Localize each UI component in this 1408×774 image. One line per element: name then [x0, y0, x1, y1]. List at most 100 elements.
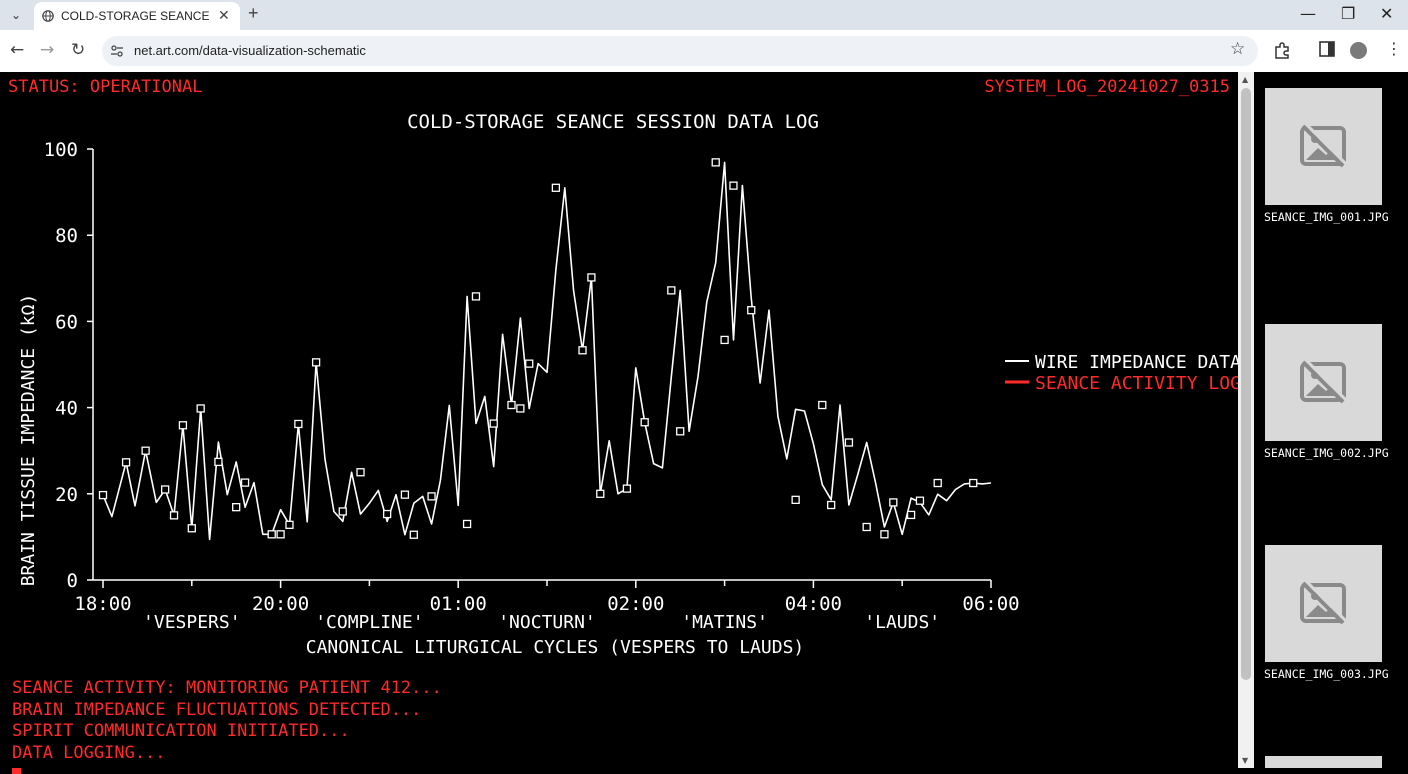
- data-point-marker: [400, 490, 410, 499]
- globe-icon: [42, 10, 54, 22]
- data-point-marker: [818, 400, 827, 410]
- console-line: SEANCE ACTIVITY: MONITORING PATIENT 412.…: [12, 678, 442, 698]
- data-point-marker: [338, 507, 347, 516]
- console-cursor: [12, 768, 21, 774]
- url-text: net.art.com/data-visualization-schematic: [134, 43, 366, 58]
- tab-strip: ⌄ COLD-STORAGE SEANCE SESSI ✕ + — ❐ ✕: [0, 0, 1408, 30]
- y-axis-label: BRAIN TISSUE IMPEDANCE (kΩ): [18, 294, 39, 587]
- data-point-marker: [187, 524, 196, 533]
- data-point-marker: [462, 519, 472, 529]
- browser-toolbar: ← → ↻ net.art.com/data-visualization-sch…: [0, 30, 1408, 72]
- data-point-marker: [906, 510, 916, 520]
- scroll-thumb[interactable]: [1241, 88, 1251, 680]
- data-point-marker: [720, 335, 729, 345]
- restore-icon[interactable]: ❐: [1341, 4, 1355, 23]
- data-point-marker: [141, 446, 150, 455]
- legend-label-seance: SEANCE ACTIVITY LOG: [1035, 373, 1238, 394]
- period-label: 'NOCTURN': [498, 612, 596, 633]
- data-point-marker: [862, 522, 871, 532]
- wire-impedance-line: [102, 161, 992, 541]
- gallery-image[interactable]: [1265, 88, 1382, 205]
- star-icon[interactable]: ☆: [1230, 39, 1245, 59]
- period-label: 'COMPLINE': [315, 612, 423, 633]
- y-tick-label: 40: [55, 398, 78, 420]
- back-icon[interactable]: ←: [10, 40, 24, 60]
- browser-tab[interactable]: COLD-STORAGE SEANCE SESSI ✕: [34, 2, 240, 30]
- broken-image-icon: [1300, 581, 1346, 625]
- data-point-marker: [267, 530, 276, 539]
- data-point-marker: [889, 498, 898, 507]
- y-tick-label: 20: [55, 484, 78, 506]
- console-log: SEANCE ACTIVITY: MONITORING PATIENT 412.…: [12, 678, 442, 774]
- data-point-marker: [169, 511, 179, 520]
- reload-icon[interactable]: ↻: [71, 40, 85, 60]
- data-point-marker: [409, 530, 418, 539]
- data-point-marker: [791, 495, 800, 504]
- data-point-marker: [196, 404, 205, 413]
- y-tick-label: 60: [55, 311, 78, 333]
- data-point-marker: [667, 286, 676, 295]
- minimize-icon[interactable]: —: [1300, 4, 1316, 23]
- period-label: 'VESPERS': [143, 612, 241, 633]
- data-point-marker: [711, 158, 720, 167]
- y-tick-label: 100: [44, 139, 78, 161]
- address-bar[interactable]: net.art.com/data-visualization-schematic…: [102, 36, 1258, 66]
- scroll-up-arrow[interactable]: ▲: [1242, 75, 1248, 84]
- data-point-marker: [844, 438, 854, 447]
- data-point-marker: [969, 478, 978, 488]
- data-point-marker: [747, 306, 756, 315]
- data-point-marker: [729, 181, 738, 190]
- tab-list-icon[interactable]: ⌄: [6, 5, 26, 25]
- data-point-marker: [525, 359, 534, 368]
- data-point-marker: [551, 183, 561, 192]
- forward-icon[interactable]: →: [40, 40, 54, 60]
- side-panel-icon[interactable]: [1319, 41, 1335, 57]
- image-gallery: SEANCE_IMG_001.JPG SEANCE_IMG_002.JPG SE…: [1254, 72, 1394, 768]
- vertical-scrollbar[interactable]: ▲ ▼: [1238, 72, 1254, 768]
- data-point-marker: [622, 484, 632, 493]
- broken-image-icon: [1300, 124, 1346, 168]
- data-point-marker: [161, 485, 170, 494]
- data-point-marker: [587, 273, 596, 282]
- data-point-marker: [880, 530, 889, 539]
- data-point-marker: [933, 478, 942, 488]
- gallery-image[interactable]: [1265, 545, 1382, 662]
- x-tick-label: 04:00: [785, 593, 842, 615]
- data-point-marker: [214, 457, 223, 467]
- chart-title: COLD-STORAGE SEANCE SESSION DATA LOG: [407, 111, 819, 133]
- data-point-marker: [121, 458, 131, 467]
- scroll-down-arrow[interactable]: ▼: [1242, 756, 1248, 765]
- window-close-icon[interactable]: ✕: [1380, 4, 1393, 23]
- more-menu-icon[interactable]: ⋮: [1386, 39, 1402, 58]
- data-point-marker: [507, 400, 516, 410]
- data-point-marker: [285, 520, 294, 529]
- x-ticks: 18:00 20:00 01:00 02:00 04:00 06:00: [74, 580, 1020, 615]
- gallery-image[interactable]: [1265, 756, 1382, 768]
- gallery-image[interactable]: [1265, 324, 1382, 441]
- plus-icon[interactable]: +: [248, 3, 259, 24]
- data-point-marker: [516, 404, 525, 413]
- data-point-marker: [915, 496, 925, 505]
- period-label: 'LAUDS': [864, 612, 940, 633]
- legend: WIRE IMPEDANCE DATA SEANCE ACTIVITY LOG: [1005, 352, 1238, 394]
- close-icon[interactable]: ✕: [218, 7, 230, 24]
- gallery-caption: SEANCE_IMG_002.JPG: [1264, 446, 1389, 460]
- data-point-marker: [596, 489, 605, 498]
- console-line: SPIRIT COMMUNICATION INITIATED...: [12, 721, 350, 741]
- period-label: 'MATINS': [681, 612, 768, 633]
- y-tick-label: 0: [67, 570, 78, 592]
- gallery-caption: SEANCE_IMG_001.JPG: [1264, 210, 1389, 224]
- data-point-marker: [98, 490, 108, 500]
- gallery-caption: SEANCE_IMG_003.JPG: [1264, 667, 1389, 681]
- system-log-id: SYSTEM_LOG_20241027_0315: [984, 77, 1230, 97]
- data-point-marker: [640, 418, 649, 427]
- main-panel: COLD-STORAGE SEANCE SESSION DATA LOG BRA…: [0, 72, 1238, 774]
- extensions-icon[interactable]: [1273, 41, 1291, 59]
- legend-label-wire: WIRE IMPEDANCE DATA: [1035, 352, 1238, 373]
- site-info-icon[interactable]: [110, 44, 124, 58]
- x-axis-label: CANONICAL LITURGICAL CYCLES (VESPERS TO …: [306, 637, 805, 658]
- profile-avatar[interactable]: [1350, 42, 1367, 59]
- impedance-chart: COLD-STORAGE SEANCE SESSION DATA LOG BRA…: [18, 111, 1238, 658]
- x-tick-label: 01:00: [430, 593, 487, 615]
- data-point-marker: [578, 346, 587, 355]
